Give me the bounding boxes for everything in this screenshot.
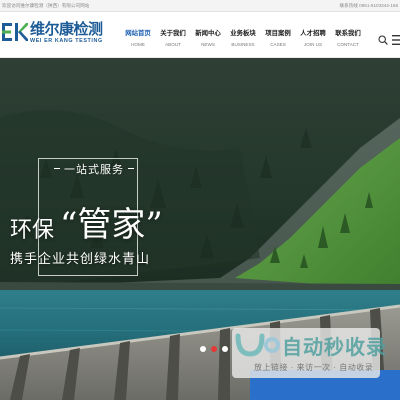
nav-item-join-us[interactable]: 人才招聘 JOIN US xyxy=(295,12,331,58)
nav-label-en: CONTACT xyxy=(337,42,359,47)
nav-item-home[interactable]: 网站首页 HOME xyxy=(120,12,156,58)
watermark-subtitle: 放上链接 · 来访一次 · 自动收录 xyxy=(254,363,374,372)
slogan-subtitle: 携手企业共创绿水青山 xyxy=(10,251,151,266)
carousel-dot[interactable] xyxy=(211,346,217,352)
logo-mark-icon xyxy=(2,23,28,41)
slogan-huanbao: 环保 xyxy=(10,217,55,242)
logo-name-cn: 维尔康检测 xyxy=(30,21,103,38)
nav-item-cases[interactable]: 项目案例 CASES xyxy=(260,12,296,58)
site-logo[interactable]: 维尔康检测 WEI ER KANG TESTING xyxy=(2,18,120,52)
nav-label-en: NEWS xyxy=(201,42,215,47)
nav-item-contact[interactable]: 联系我们 CONTACT xyxy=(330,12,366,58)
nav-label-cn: 新闻中心 xyxy=(195,30,221,37)
menu-icon[interactable] xyxy=(392,34,400,46)
nav-label-en: CASES xyxy=(270,42,286,47)
nav-item-news[interactable]: 新闻中心 NEWS xyxy=(190,12,226,58)
nav-label-en: HOME xyxy=(131,42,145,47)
contact-hotline: 联系热线 0951-5103344-168 xyxy=(339,3,398,8)
nav-label-en: ABOUT xyxy=(165,42,181,47)
slogan-guanjia: “管家” xyxy=(60,205,163,245)
watermark-logo-icon xyxy=(235,333,280,357)
hero-banner[interactable]: 一站式服务 环保 “管家” 携手企业共创绿水青山 自动秒收录 放上链接 · 来访… xyxy=(0,58,400,400)
watermark-title: 自动秒收录 xyxy=(282,337,387,359)
carousel-dot[interactable] xyxy=(200,346,206,352)
slogan-one-stop: 一站式服务 xyxy=(54,161,134,177)
nav-item-business[interactable]: 业务板块 BUSINESS xyxy=(225,12,261,58)
nav-label-en: BUSINESS xyxy=(231,42,255,47)
nav-label-cn: 业务板块 xyxy=(230,30,256,37)
main-nav: 网站首页 HOME 关于我们 ABOUT 新闻中心 NEWS 业务板块 BUSI… xyxy=(120,12,370,58)
nav-label-cn: 联系我们 xyxy=(335,30,361,37)
nav-label-cn: 网站首页 xyxy=(125,30,151,37)
nav-label-en: JOIN US xyxy=(303,42,323,47)
carousel-dot[interactable] xyxy=(222,346,228,352)
logo-name-en: WEI ER KANG TESTING xyxy=(30,38,103,44)
nav-label-cn: 人才招聘 xyxy=(300,30,326,37)
nav-item-about[interactable]: 关于我们 ABOUT xyxy=(155,12,191,58)
search-icon[interactable] xyxy=(378,35,388,45)
welcome-text: 欢迎访问维尔康检测（陕西）有限公司网站 xyxy=(2,3,90,8)
site-header: 维尔康检测 WEI ER KANG TESTING 网站首页 HOME 关于我们… xyxy=(0,12,400,58)
top-info-bar: 欢迎访问维尔康检测（陕西）有限公司网站 联系热线 0951-5103344-16… xyxy=(0,0,400,12)
nav-label-cn: 项目案例 xyxy=(265,30,291,37)
nav-label-cn: 关于我们 xyxy=(160,30,186,37)
watermark-badge: 自动秒收录 放上链接 · 来访一次 · 自动收录 xyxy=(232,328,386,378)
